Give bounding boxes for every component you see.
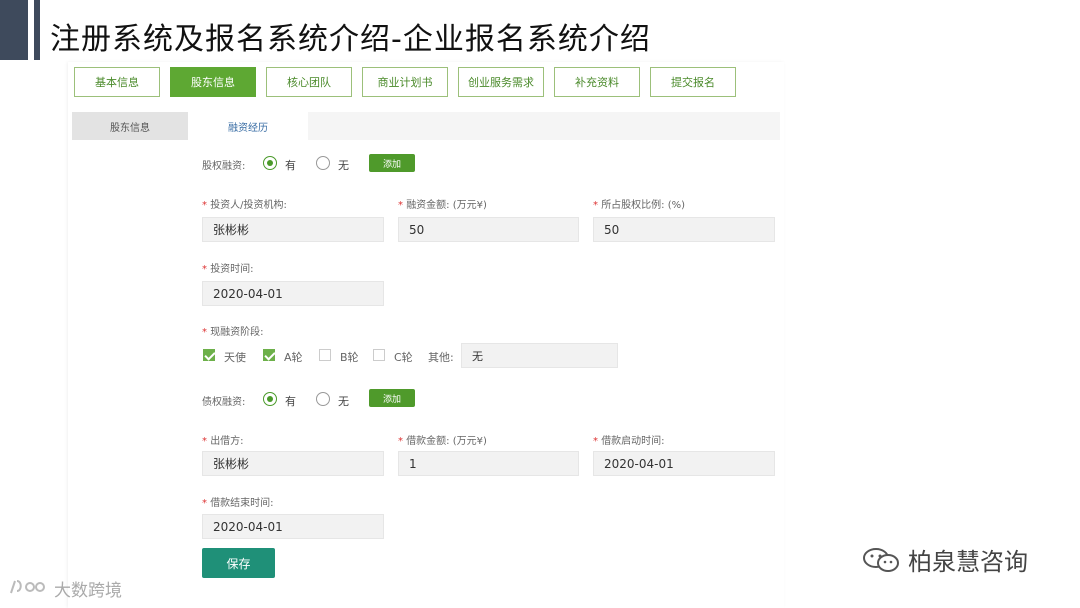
equity-add-button[interactable]: 添加 bbox=[369, 154, 415, 172]
equity-ratio-label: 所占股权比例: (%) bbox=[593, 196, 685, 211]
equity-ratio-field[interactable]: 50 bbox=[593, 217, 775, 242]
debt-no-label: 无 bbox=[338, 395, 349, 408]
equity-financing-label: 股权融资: bbox=[202, 161, 246, 172]
loan-amount-label: 借款金额: (万元¥) bbox=[398, 432, 487, 447]
equity-yes-radio[interactable] bbox=[263, 156, 277, 170]
title-accent-bar bbox=[0, 0, 28, 60]
stage-c-label: C轮 bbox=[394, 351, 413, 364]
wechat-icon bbox=[862, 546, 900, 574]
sub-tab-bar: 股东信息 融资经历 bbox=[72, 112, 780, 140]
lender-label: 出借方: bbox=[202, 432, 243, 447]
loan-amount-field[interactable]: 1 bbox=[398, 451, 579, 476]
investor-field[interactable]: 张彬彬 bbox=[202, 217, 384, 242]
tab-shareholder-info[interactable]: 股东信息 bbox=[170, 67, 256, 97]
debt-add-button[interactable]: 添加 bbox=[369, 389, 415, 407]
stage-c-checkbox[interactable] bbox=[373, 349, 385, 361]
financing-amount-label: 融资金额: (万元¥) bbox=[398, 196, 487, 211]
subtab-shareholder-info[interactable]: 股东信息 bbox=[72, 112, 188, 140]
watermark-left: 大数跨境 bbox=[8, 576, 122, 601]
stage-b-checkbox[interactable] bbox=[319, 349, 331, 361]
watermark-right-text: 柏泉慧咨询 bbox=[908, 548, 1028, 576]
stage-b-label: B轮 bbox=[340, 351, 359, 364]
top-tab-bar: 基本信息 股东信息 核心团队 商业计划书 创业服务需求 补充资料 提交报名 bbox=[74, 67, 746, 97]
loan-start-label: 借款启动时间: bbox=[593, 432, 664, 447]
loan-end-field[interactable]: 2020-04-01 bbox=[202, 514, 384, 539]
equity-yes-label: 有 bbox=[285, 159, 296, 172]
stage-other-label: 其他: bbox=[428, 351, 454, 364]
stage-other-field[interactable]: 无 bbox=[461, 343, 618, 368]
watermark-right: 柏泉慧咨询 bbox=[862, 542, 1028, 577]
subtab-financing-history[interactable]: 融资经历 bbox=[188, 112, 308, 140]
tab-business-plan[interactable]: 商业计划书 bbox=[362, 67, 448, 97]
tab-submit-registration[interactable]: 提交报名 bbox=[650, 67, 736, 97]
watermark-logo-icon bbox=[8, 577, 48, 601]
slide-title: 注册系统及报名系统介绍-企业报名系统介绍 bbox=[50, 22, 651, 57]
form-panel bbox=[68, 62, 784, 608]
stage-a-label: A轮 bbox=[284, 351, 303, 364]
investor-label: 投资人/投资机构: bbox=[202, 196, 287, 211]
tab-startup-service-needs[interactable]: 创业服务需求 bbox=[458, 67, 544, 97]
tab-basic-info[interactable]: 基本信息 bbox=[74, 67, 160, 97]
investment-time-label: 投资时间: bbox=[202, 260, 253, 275]
investment-time-field[interactable]: 2020-04-01 bbox=[202, 281, 384, 306]
equity-no-label: 无 bbox=[338, 159, 349, 172]
save-button[interactable]: 保存 bbox=[202, 548, 275, 578]
stage-angel-label: 天使 bbox=[224, 351, 246, 364]
tab-supplementary-materials[interactable]: 补充资料 bbox=[554, 67, 640, 97]
tab-core-team[interactable]: 核心团队 bbox=[266, 67, 352, 97]
financing-amount-field[interactable]: 50 bbox=[398, 217, 579, 242]
stage-angel-checkbox[interactable] bbox=[203, 349, 215, 361]
debt-no-radio[interactable] bbox=[316, 392, 330, 406]
watermark-left-text: 大数跨境 bbox=[54, 581, 122, 601]
loan-end-label: 借款结束时间: bbox=[202, 494, 273, 509]
title-accent-stripe bbox=[34, 0, 40, 60]
financing-stage-label: 现融资阶段: bbox=[202, 323, 263, 338]
debt-yes-label: 有 bbox=[285, 395, 296, 408]
stage-a-checkbox[interactable] bbox=[263, 349, 275, 361]
debt-yes-radio[interactable] bbox=[263, 392, 277, 406]
lender-field[interactable]: 张彬彬 bbox=[202, 451, 384, 476]
loan-start-field[interactable]: 2020-04-01 bbox=[593, 451, 775, 476]
equity-no-radio[interactable] bbox=[316, 156, 330, 170]
debt-financing-label: 债权融资: bbox=[202, 397, 246, 408]
